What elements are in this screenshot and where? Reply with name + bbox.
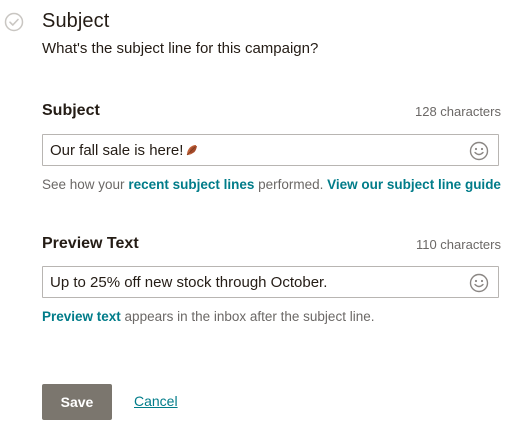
subject-help-text: See how your recent subject lines perfor…	[42, 177, 501, 192]
subject-label: Subject	[42, 102, 100, 119]
smiley-icon[interactable]	[469, 141, 489, 161]
smiley-icon[interactable]	[469, 273, 489, 293]
preview-text-input-value: Up to 25% off new stock through October.	[50, 274, 328, 291]
fallen-leaf-icon	[187, 145, 198, 156]
subject-input-value: Our fall sale is here!	[50, 142, 199, 159]
section-subtitle: What's the subject line for this campaig…	[42, 40, 319, 57]
preview-help-text: Preview text appears in the inbox after …	[42, 309, 375, 324]
subject-line-guide-link[interactable]: View our subject line guide	[327, 177, 501, 192]
check-circle-icon	[4, 12, 24, 32]
subject-input[interactable]: Our fall sale is here!	[42, 134, 499, 166]
section-title: Subject	[42, 10, 110, 32]
preview-text-label: Preview Text	[42, 235, 139, 252]
cancel-link[interactable]: Cancel	[134, 393, 178, 409]
subject-char-count: 128 characters	[415, 104, 501, 119]
preview-text-link[interactable]: Preview text	[42, 309, 121, 324]
preview-text-input[interactable]: Up to 25% off new stock through October.	[42, 266, 499, 298]
recent-subject-lines-link[interactable]: recent subject lines	[128, 177, 254, 192]
preview-char-count: 110 characters	[415, 237, 501, 252]
save-button[interactable]: Save	[42, 384, 112, 420]
